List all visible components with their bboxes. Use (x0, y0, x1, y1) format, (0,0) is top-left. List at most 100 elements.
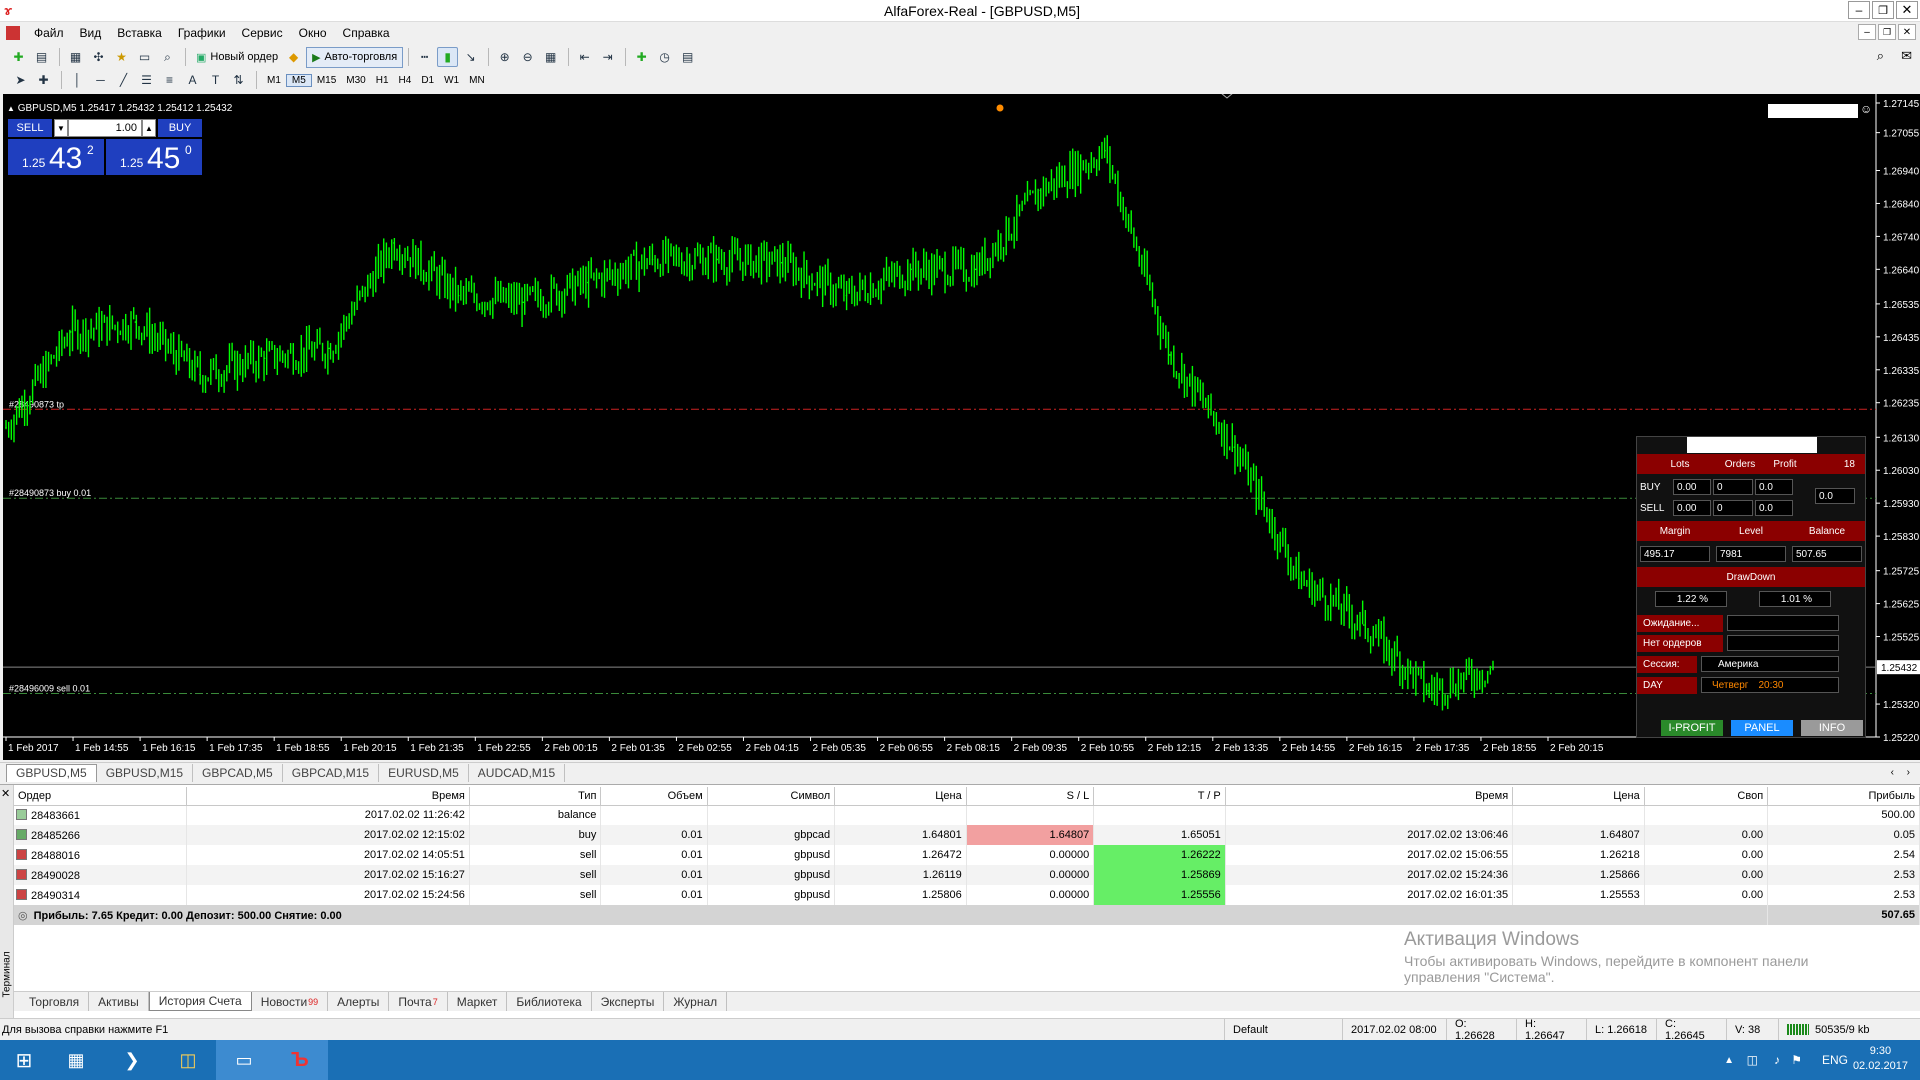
column-header-6[interactable]: S / L (966, 787, 1095, 806)
bar-chart-icon[interactable]: ┅ (414, 47, 435, 67)
terminal-tab-5[interactable]: Почта 7 (389, 992, 448, 1011)
terminal-tab-1[interactable]: Активы (89, 992, 149, 1011)
zoom-out-icon[interactable]: ⊖ (517, 47, 538, 67)
timeframe-h4[interactable]: H4 (394, 75, 417, 86)
chart-shift-icon[interactable]: ⇥ (597, 47, 618, 67)
column-header-8[interactable]: Время (1225, 787, 1514, 806)
buy-price-box[interactable]: 1.25 45 0 (106, 139, 202, 175)
sell-button[interactable]: SELL (8, 119, 52, 137)
menu-item-1[interactable]: Вид (72, 26, 110, 40)
server-manager-icon[interactable]: ▦ (48, 1040, 104, 1080)
chat-icon[interactable]: ✉ (1901, 48, 1912, 64)
lot-increase-icon[interactable]: ▲ (142, 119, 156, 137)
explorer-icon[interactable]: ◫ (160, 1040, 216, 1080)
timeframe-h1[interactable]: H1 (371, 75, 394, 86)
new-chart-icon[interactable]: ✚ (8, 47, 29, 67)
terminal-icon[interactable]: ▭ (134, 47, 155, 67)
terminal-close-icon[interactable]: ✕ (1, 787, 10, 800)
alfaforex-taskbar-icon[interactable]: Ъ (272, 1040, 328, 1080)
text-icon[interactable]: A (182, 70, 203, 90)
timeframe-m5[interactable]: M5 (285, 73, 312, 87)
templates-icon[interactable]: ▤ (677, 47, 698, 67)
close-button[interactable]: ✕ (1896, 1, 1918, 19)
buy-button[interactable]: BUY (158, 119, 202, 137)
chart-tab-0[interactable]: GBPUSD,M5 (6, 763, 97, 782)
chart-window[interactable]: ▲ GBPUSD,M5 1.25417 1.25432 1.25412 1.25… (3, 94, 1920, 760)
mdi-close-button[interactable]: ✕ (1898, 24, 1916, 40)
tabs-scroll-right-icon[interactable]: › (1907, 767, 1910, 778)
terminal-tab-6[interactable]: Маркет (448, 992, 508, 1011)
i-profit-button[interactable]: I-PROFIT (1661, 720, 1723, 736)
history-row[interactable]: 28485266 2017.02.02 12:15:02 buy 0.01 gbpcad… (14, 825, 1920, 845)
timeframe-d1[interactable]: D1 (416, 75, 439, 86)
profiles-icon[interactable]: ▤ (31, 47, 52, 67)
lot-input[interactable] (68, 119, 142, 137)
column-header-4[interactable]: Символ (707, 787, 836, 806)
mdi-restore-button[interactable]: ❐ (1878, 24, 1896, 40)
column-header-1[interactable]: Время (186, 787, 470, 806)
minimize-button[interactable]: – (1848, 1, 1870, 19)
menu-item-0[interactable]: Файл (26, 26, 72, 40)
history-row[interactable]: 28488016 2017.02.02 14:05:51 sell 0.01 gbpus… (14, 845, 1920, 865)
history-row[interactable]: 28490314 2017.02.02 15:24:56 sell 0.01 gbpus… (14, 885, 1920, 905)
timeframe-m15[interactable]: M15 (312, 75, 341, 86)
timeframe-m30[interactable]: M30 (341, 75, 370, 86)
trendline-icon[interactable]: ╱ (113, 70, 134, 90)
chart-tab-3[interactable]: GBPCAD,M15 (283, 763, 380, 782)
column-header-10[interactable]: Своп (1644, 787, 1769, 806)
menu-item-6[interactable]: Справка (335, 26, 398, 40)
folder-icon[interactable]: ★ (111, 47, 132, 67)
column-header-11[interactable]: Прибыль (1767, 787, 1920, 806)
rdp-icon[interactable]: ▭ (216, 1040, 272, 1080)
tray-network-icon[interactable]: ◫ (1747, 1053, 1758, 1067)
terminal-tab-2[interactable]: История Счета (148, 992, 252, 1011)
periods-icon[interactable]: ◷ (654, 47, 675, 67)
tester-icon[interactable]: ⌕ (157, 47, 178, 67)
navigator-icon[interactable]: ✣ (88, 47, 109, 67)
tray-clock[interactable]: 9:30 02.02.2017 (1853, 1044, 1908, 1074)
column-header-0[interactable]: Ордер (14, 787, 187, 806)
terminal-tab-8[interactable]: Эксперты (592, 992, 665, 1011)
start-icon[interactable]: ⊞ (0, 1040, 48, 1080)
chart-tab-2[interactable]: GBPCAD,M5 (193, 763, 283, 782)
mdi-minimize-button[interactable]: – (1858, 24, 1876, 40)
terminal-tab-9[interactable]: Журнал (664, 992, 728, 1011)
tray-arrow-icon[interactable]: ▲ (1724, 1055, 1734, 1066)
price-chart[interactable]: 1.27145 1.27055 1.26940 1.26840 1.26740 1.266… (3, 94, 1920, 760)
tray-volume-icon[interactable]: ♪ (1774, 1053, 1780, 1067)
menu-item-4[interactable]: Сервис (234, 26, 291, 40)
horizontal-line-icon[interactable]: ─ (90, 70, 111, 90)
autotrading-button[interactable]: ▶ Авто-торговля (306, 46, 404, 68)
chart-tab-1[interactable]: GBPUSD,M15 (97, 763, 194, 782)
sell-price-box[interactable]: 1.25 43 2 (8, 139, 104, 175)
column-header-2[interactable]: Тип (469, 787, 602, 806)
zoom-in-icon[interactable]: ⊕ (494, 47, 515, 67)
autoscroll-icon[interactable]: ⇤ (574, 47, 595, 67)
channel-icon[interactable]: ☰ (136, 70, 157, 90)
new-order-button[interactable]: ▣ Новый ордер (191, 47, 283, 67)
lot-decrease-icon[interactable]: ▼ (54, 119, 68, 137)
terminal-tab-4[interactable]: Алерты (328, 992, 390, 1011)
metaeditor-icon[interactable]: ◆ (283, 47, 304, 67)
menu-item-3[interactable]: Графики (170, 26, 234, 40)
vertical-line-icon[interactable]: │ (67, 70, 88, 90)
search-icon[interactable]: ⌕ (1877, 48, 1884, 64)
menu-item-5[interactable]: Окно (291, 26, 335, 40)
timeframe-w1[interactable]: W1 (439, 75, 464, 86)
panel-button[interactable]: PANEL (1731, 720, 1793, 736)
column-header-3[interactable]: Объем (600, 787, 708, 806)
menu-item-2[interactable]: Вставка (109, 26, 170, 40)
timeframe-mn[interactable]: MN (464, 75, 490, 86)
tray-language[interactable]: ENG (1822, 1053, 1848, 1067)
line-chart-icon[interactable]: ↘ (460, 47, 481, 67)
terminal-tab-0[interactable]: Торговля (20, 992, 90, 1011)
tray-flag-icon[interactable]: ⚑ (1791, 1053, 1802, 1067)
arrows-icon[interactable]: ⇅ (228, 70, 249, 90)
indicators-icon[interactable]: ✚ (631, 47, 652, 67)
chart-tab-5[interactable]: AUDCAD,M15 (469, 763, 566, 782)
info-button[interactable]: INFO (1801, 720, 1863, 736)
column-header-7[interactable]: T / P (1093, 787, 1226, 806)
column-header-5[interactable]: Цена (834, 787, 967, 806)
terminal-tab-3[interactable]: Новости 99 (252, 992, 329, 1011)
fibo-icon[interactable]: ≡ (159, 70, 180, 90)
